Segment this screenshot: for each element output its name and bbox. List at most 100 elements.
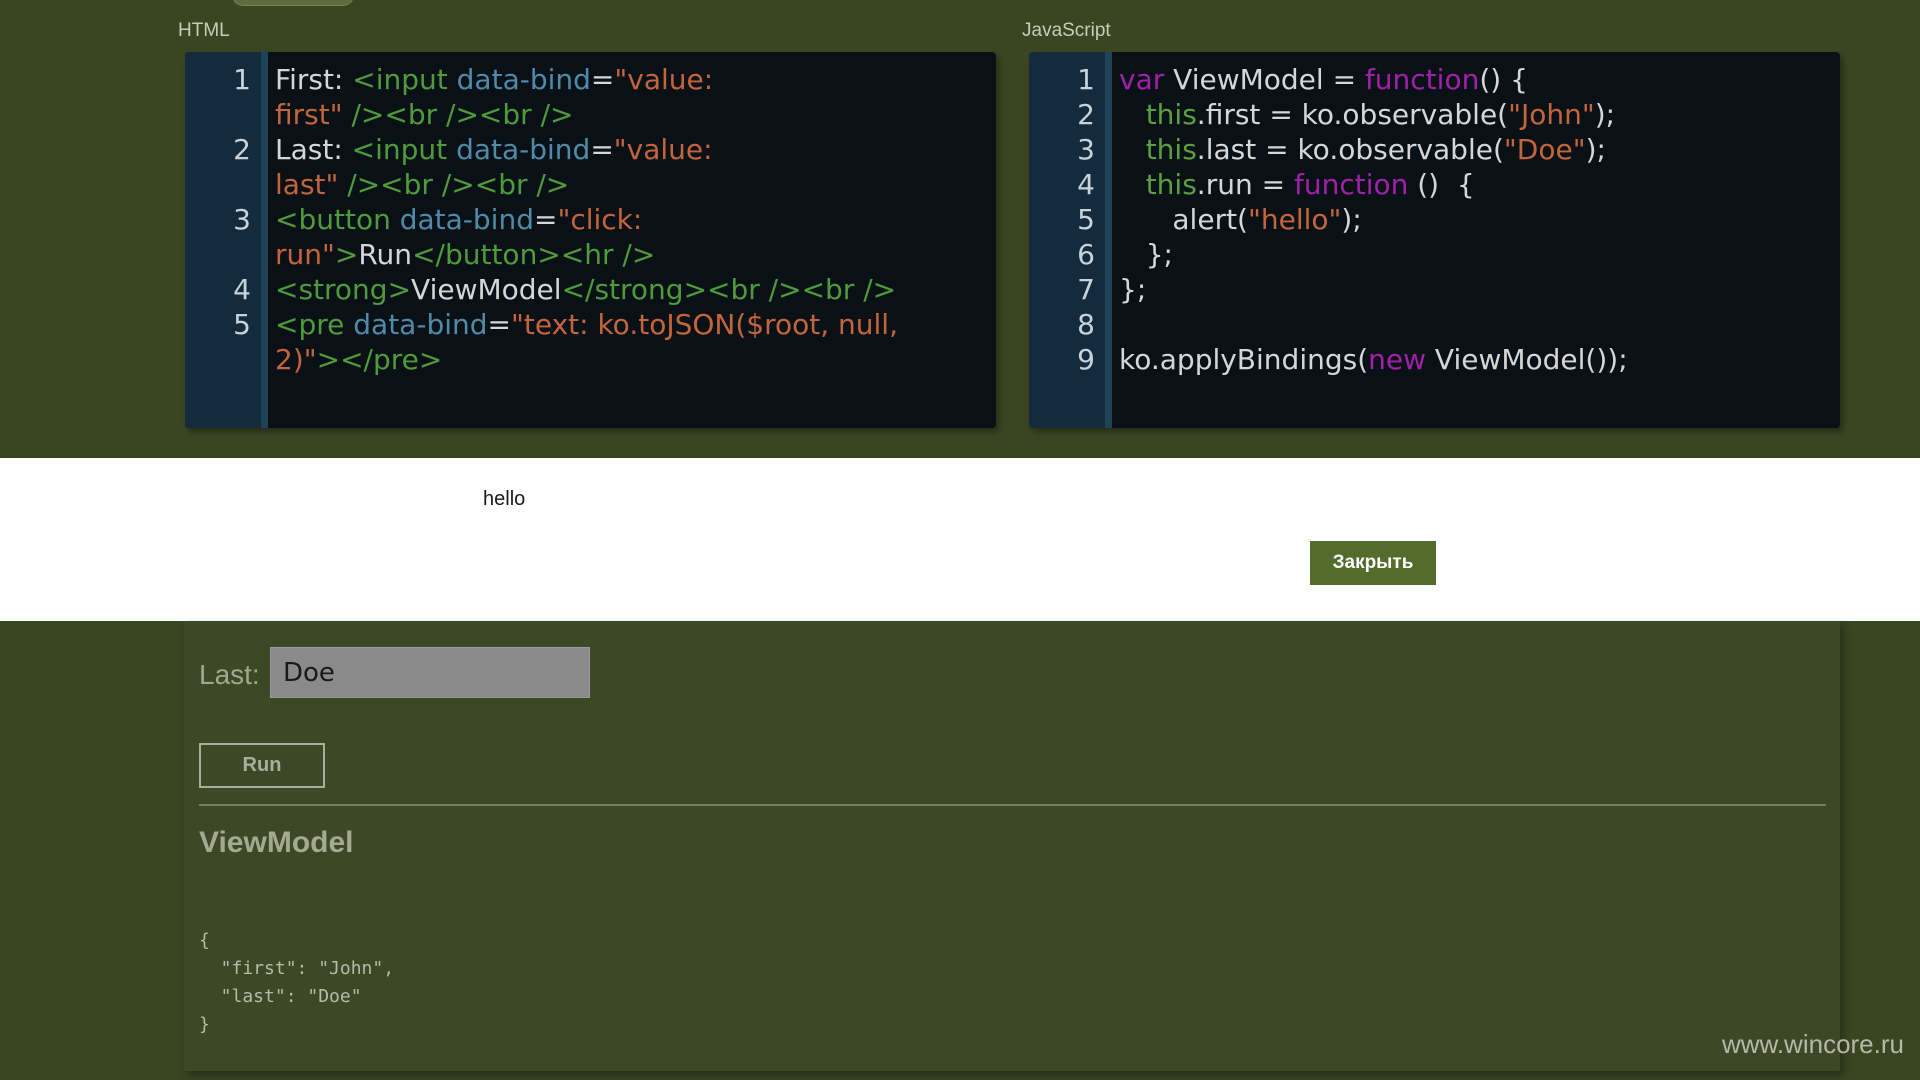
code-line: 4 this.run = function () { [1029,167,1840,202]
code-text: First: <input data-bind="value: [275,62,996,97]
code-token: = [533,203,558,236]
code-token: "text: ko.toJSON($root, null, [510,308,898,341]
code-token: <input [351,133,457,166]
code-token: ko.applyBindings( [1119,343,1369,376]
code-token: run" [275,238,335,271]
code-text: <pre data-bind="text: ko.toJSON($root, n… [275,307,996,342]
line-number [185,97,251,132]
code-line: 2)"></pre> [185,342,996,377]
code-line: 4 <strong>ViewModel</strong><br /><br /> [185,272,996,307]
code-line: 2 this.first = ko.observable("John"); [1029,97,1840,132]
code-token: </button><hr /> [412,238,656,271]
code-text: this.run = function () { [1119,167,1840,202]
code-text: }; [1119,272,1840,307]
line-number: 4 [233,273,251,306]
line-number: 2 [1077,98,1095,131]
code-token: "value: [613,133,713,166]
viewmodel-heading: ViewModel [199,826,354,859]
code-token: this [1145,98,1197,131]
code-token: var [1119,63,1165,96]
code-line: 5 alert("hello"); [1029,202,1840,237]
code-token: /><br /><br /> [342,98,574,131]
code-token: "hello" [1247,203,1342,236]
top-button-partial[interactable] [232,0,354,6]
code-token: data-bind [456,133,591,166]
line-number: 4 [1077,168,1095,201]
code-text: first" /><br /><br /> [275,97,996,132]
code-text: 2)"></pre> [275,342,996,377]
code-token: ViewModel()); [1426,343,1628,376]
alert-dialog: hello Закрыть [0,458,1920,621]
html-code-lines: 1 First: <input data-bind="value: first" /… [185,62,996,377]
code-text: }; [1119,237,1840,272]
code-token: alert( [1119,203,1248,236]
viewmodel-json-output: { "first": "John", "last": "Doe" } [199,930,395,1035]
code-token: new [1368,343,1427,376]
horizontal-rule [199,804,1826,806]
code-token: ); [1341,203,1362,236]
code-token: Last: [275,133,352,166]
code-line: 1 var ViewModel = function() { [1029,62,1840,97]
code-token: this [1145,133,1197,166]
line-number [185,237,251,272]
code-line: 1 First: <input data-bind="value: [185,62,996,97]
code-line: 7}; [1029,272,1840,307]
line-number: 1 [233,63,251,96]
code-token: Run [358,238,413,271]
line-number [185,167,251,202]
line-number: 8 [1077,308,1095,341]
code-line: 5 <pre data-bind="text: ko.toJSON($root, … [185,307,996,342]
line-number: 1 [1077,63,1095,96]
code-line: last" /><br /><br /> [185,167,996,202]
code-line: first" /><br /><br /> [185,97,996,132]
close-button[interactable]: Закрыть [1310,541,1436,585]
code-token: data-bind [399,203,534,236]
code-token: "value: [614,63,714,96]
code-text: run">Run</button><hr /> [275,237,996,272]
line-number [185,342,251,377]
code-text: alert("hello"); [1119,202,1840,237]
code-token: .first = ko.observable( [1196,98,1509,131]
code-line: 2 Last: <input data-bind="value: [185,132,996,167]
last-input[interactable] [270,647,590,698]
code-token: <strong> [275,273,412,306]
code-line: 3 this.last = ko.observable("Doe"); [1029,132,1840,167]
code-token: () { [1408,168,1475,201]
code-token: = [590,133,614,166]
code-token: last" [275,168,339,201]
code-text: last" /><br /><br /> [275,167,996,202]
code-token: () { [1479,63,1528,96]
code-line: 8 [1029,307,1840,342]
alert-message: hello [483,488,526,510]
code-token: first" [275,98,343,131]
code-text: this.first = ko.observable("John"); [1119,97,1840,132]
code-token: ViewModel [411,273,562,306]
code-token: data-bind [456,63,591,96]
html-section-label: HTML [178,20,230,41]
line-number: 5 [1077,203,1095,236]
code-text: <button data-bind="click: [275,202,996,237]
run-button[interactable]: Run [199,743,325,788]
code-token: }; [1119,238,1173,271]
code-token: "Doe" [1503,133,1586,166]
code-line: 3 <button data-bind="click: [185,202,996,237]
code-line: 9 ko.applyBindings(new ViewModel()); [1029,342,1840,377]
code-line: 6 }; [1029,237,1840,272]
code-token: <button [275,203,400,236]
code-token: <input [352,63,457,96]
line-number: 5 [233,308,251,341]
result-panel: Last: Run ViewModel { "first": "John", "… [184,621,1840,1071]
javascript-code-lines: 1 var ViewModel = function() {2 this.firs… [1029,62,1840,377]
code-text: Last: <input data-bind="value: [275,132,996,167]
last-field-label: Last: [199,659,260,690]
javascript-code-editor[interactable]: 1 var ViewModel = function() {2 this.firs… [1029,52,1840,428]
line-number: 3 [233,203,251,236]
line-number: 2 [233,133,251,166]
code-token: }; [1119,273,1147,306]
code-token: ); [1594,98,1616,131]
code-text: <strong>ViewModel</strong><br /><br /> [275,272,996,307]
html-code-editor[interactable]: 1 First: <input data-bind="value: first" /… [185,52,996,428]
code-token: this [1145,168,1197,201]
code-token: function [1293,168,1409,201]
